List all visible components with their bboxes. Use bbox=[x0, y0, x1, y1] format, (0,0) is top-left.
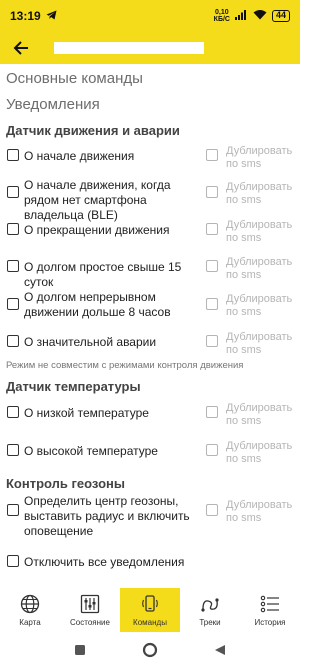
sms-label: Дублировать по sms bbox=[226, 219, 293, 244]
row-label: О низкой температуре bbox=[24, 406, 149, 420]
net-speed: 0,10 КБ/С bbox=[213, 9, 230, 23]
row-label: О значительной аварии bbox=[24, 335, 157, 349]
status-time: 13:19 bbox=[10, 9, 41, 23]
sms-checkbox[interactable] bbox=[206, 260, 218, 272]
sms-label: Дублировать по sms bbox=[226, 256, 293, 281]
notify-checkbox[interactable] bbox=[7, 149, 19, 161]
nav-history[interactable]: История bbox=[240, 588, 300, 632]
section-title-motion: Датчик движения и аварии bbox=[6, 123, 180, 138]
list-icon bbox=[260, 595, 279, 613]
nav-tracks[interactable]: Треки bbox=[180, 588, 240, 632]
nav-label: Карта bbox=[19, 618, 41, 627]
arrow-left-icon bbox=[13, 41, 28, 55]
row-label: О высокой температуре bbox=[24, 444, 158, 458]
notify-checkbox[interactable] bbox=[7, 186, 19, 198]
row-label: О долгом простое свыше 15 суток bbox=[24, 260, 182, 289]
disable-all-checkbox[interactable] bbox=[7, 555, 19, 567]
status-bar: 13:19 0,10 КБ/С 44 bbox=[0, 0, 300, 32]
home-icon[interactable] bbox=[142, 642, 158, 658]
main-commands-link[interactable]: Основные команды bbox=[6, 70, 143, 87]
bottom-navigation: Карта Состояние Команды Треки История bbox=[0, 588, 300, 632]
sms-label: Дублировать по sms bbox=[226, 145, 293, 170]
back-nav-icon[interactable] bbox=[214, 644, 226, 656]
sms-checkbox[interactable] bbox=[206, 444, 218, 456]
globe-icon bbox=[20, 594, 40, 614]
signal-icon bbox=[234, 9, 248, 23]
notifications-screen: Основные команды Уведомления Датчик движ… bbox=[0, 64, 300, 588]
sms-label: Дублировать по sms bbox=[226, 499, 293, 524]
nav-label: Состояние bbox=[70, 618, 110, 627]
nav-map[interactable]: Карта bbox=[0, 588, 60, 632]
nav-state[interactable]: Состояние bbox=[60, 588, 120, 632]
device-title-placeholder bbox=[54, 42, 204, 54]
nav-label: Команды bbox=[133, 618, 167, 627]
notify-checkbox[interactable] bbox=[7, 335, 19, 347]
notify-checkbox[interactable] bbox=[7, 260, 19, 272]
row-label: О начале движения, когда рядом нет смарт… bbox=[24, 178, 171, 222]
row-label: О прекращении движения bbox=[24, 223, 170, 237]
route-icon bbox=[201, 598, 219, 612]
sms-checkbox[interactable] bbox=[206, 504, 218, 516]
sms-label: Дублировать по sms bbox=[226, 402, 293, 427]
nav-label: История bbox=[254, 618, 286, 627]
sms-checkbox[interactable] bbox=[206, 335, 218, 347]
notify-checkbox[interactable] bbox=[7, 223, 19, 235]
sms-checkbox[interactable] bbox=[206, 186, 218, 198]
sms-label: Дублировать по sms bbox=[226, 181, 293, 206]
nav-commands[interactable]: Команды bbox=[120, 588, 180, 632]
telegram-icon bbox=[46, 9, 57, 23]
phone-signal-icon bbox=[142, 595, 158, 612]
notify-checkbox[interactable] bbox=[7, 504, 19, 516]
sms-checkbox[interactable] bbox=[206, 298, 218, 310]
row-label: О начале движения bbox=[24, 149, 135, 163]
section-title-geofence: Контроль геозоны bbox=[6, 476, 125, 491]
section-title-temperature: Датчик температуры bbox=[6, 379, 141, 394]
row-label: О долгом непрерывном движении дольше 8 ч… bbox=[24, 290, 171, 319]
back-button[interactable] bbox=[10, 37, 32, 59]
notify-checkbox[interactable] bbox=[7, 406, 19, 418]
sms-checkbox[interactable] bbox=[206, 223, 218, 235]
sms-label: Дублировать по sms bbox=[226, 440, 293, 465]
sms-label: Дублировать по sms bbox=[226, 331, 293, 356]
notify-checkbox[interactable] bbox=[7, 298, 19, 310]
notifications-link[interactable]: Уведомления bbox=[6, 96, 100, 113]
app-bar bbox=[0, 32, 300, 64]
sliders-icon bbox=[80, 594, 100, 614]
system-navigation-bar bbox=[0, 632, 300, 667]
disable-all-label: Отключить все уведомления bbox=[24, 555, 185, 569]
battery-icon: 44 bbox=[271, 10, 290, 22]
recent-apps-icon[interactable] bbox=[74, 644, 86, 656]
notify-checkbox[interactable] bbox=[7, 444, 19, 456]
row-label: Определить центр геозоны, выставить ради… bbox=[24, 494, 190, 538]
nav-label: Треки bbox=[199, 618, 221, 627]
wifi-icon bbox=[253, 9, 267, 23]
sms-checkbox[interactable] bbox=[206, 406, 218, 418]
sms-label: Дублировать по sms bbox=[226, 293, 293, 318]
compatibility-note: Режим не совместим с режимами контроля д… bbox=[6, 360, 244, 371]
sms-checkbox[interactable] bbox=[206, 149, 218, 161]
